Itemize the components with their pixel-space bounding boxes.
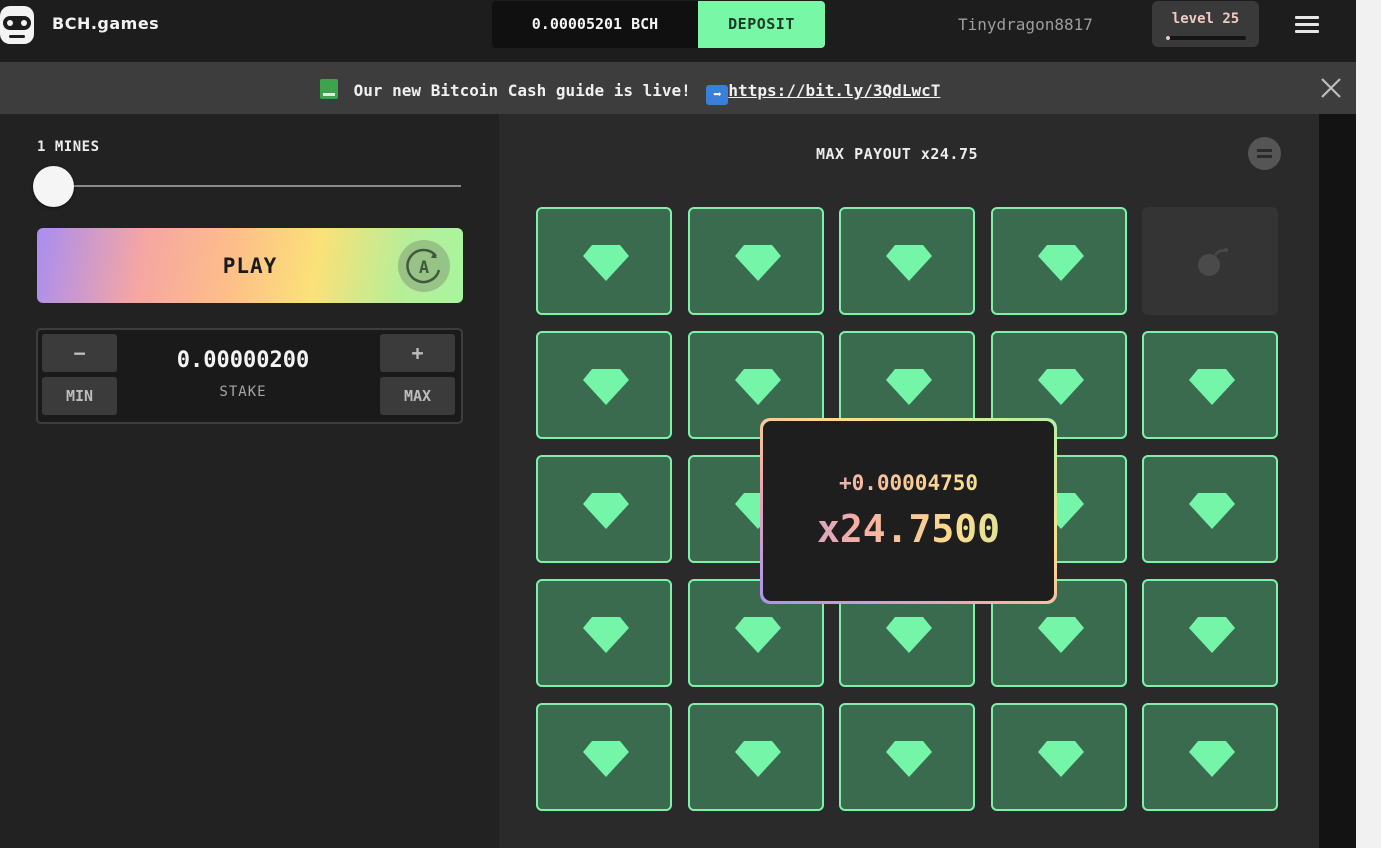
gem-icon xyxy=(1189,493,1235,529)
top-bar: BCH.games 0.00005201 BCH DEPOSIT Tinydra… xyxy=(0,0,1356,62)
autoplay-icon: A xyxy=(406,248,441,284)
announcement-link[interactable]: https://bit.ly/3QdLwcT xyxy=(728,81,940,100)
win-popup: +0.00004750 x24.7500 xyxy=(760,418,1057,604)
gem-icon xyxy=(735,245,781,281)
gem-icon xyxy=(735,369,781,405)
play-button[interactable]: PLAY A xyxy=(37,228,463,303)
gem-tile[interactable] xyxy=(991,703,1127,811)
gem-tile[interactable] xyxy=(688,207,824,315)
level-progress-bar xyxy=(1166,36,1246,40)
announcement-banner: Our new Bitcoin Cash guide is live! ➡ htt… xyxy=(0,62,1356,114)
announcement-text: Our new Bitcoin Cash guide is live! ➡ htt… xyxy=(320,79,940,105)
deposit-button[interactable]: DEPOSIT xyxy=(698,1,825,48)
wallet: 0.00005201 BCH DEPOSIT xyxy=(492,1,826,48)
level-label: level 25 xyxy=(1171,11,1240,27)
autoplay-label: A xyxy=(419,258,429,278)
balance-display[interactable]: 0.00005201 BCH xyxy=(492,1,698,48)
gem-icon xyxy=(583,617,629,653)
gem-icon xyxy=(886,369,932,405)
gem-tile[interactable] xyxy=(1142,703,1278,811)
mines-slider-handle[interactable] xyxy=(33,166,74,207)
control-panel xyxy=(0,114,499,848)
stake-decrease-button[interactable]: − xyxy=(42,334,117,372)
stake-amount[interactable]: 0.00000200 xyxy=(155,348,331,373)
stake-label: STAKE xyxy=(219,384,267,400)
gem-tile[interactable] xyxy=(1142,455,1278,563)
autoplay-button[interactable]: A xyxy=(398,240,450,292)
win-amount: +0.00004750 xyxy=(763,471,1054,495)
stake-max-button[interactable]: MAX xyxy=(380,377,455,415)
brand-name[interactable]: BCH.games xyxy=(52,14,159,33)
window-edge xyxy=(1356,0,1381,848)
gem-tile[interactable] xyxy=(688,703,824,811)
mines-count-label: 1 MINES xyxy=(37,139,100,155)
level-badge[interactable]: level 25 xyxy=(1152,1,1259,47)
mines-slider[interactable] xyxy=(53,185,461,187)
right-arrow-icon: ➡ xyxy=(706,85,729,105)
game-options-icon[interactable] xyxy=(1248,137,1281,170)
gem-icon xyxy=(1038,741,1084,777)
gem-tile[interactable] xyxy=(991,207,1127,315)
mine-tile[interactable] xyxy=(1142,207,1278,315)
logo-icon[interactable] xyxy=(0,6,36,44)
gem-icon xyxy=(583,245,629,281)
hamburger-menu-icon[interactable] xyxy=(1295,16,1319,34)
gem-tile[interactable] xyxy=(536,331,672,439)
gem-icon xyxy=(1038,245,1084,281)
gem-tile[interactable] xyxy=(536,207,672,315)
username[interactable]: Tinydragon8817 xyxy=(958,15,1093,34)
gem-icon xyxy=(583,741,629,777)
gem-tile[interactable] xyxy=(536,579,672,687)
stake-min-button[interactable]: MIN xyxy=(42,377,117,415)
gem-icon xyxy=(1038,617,1084,653)
side-strip xyxy=(1319,114,1356,848)
gem-icon xyxy=(1189,617,1235,653)
gem-icon xyxy=(583,493,629,529)
announcement-message: Our new Bitcoin Cash guide is live! xyxy=(344,81,701,100)
gem-tile[interactable] xyxy=(1142,331,1278,439)
stake-control: − MIN 0.00000200 STAKE + MAX xyxy=(36,328,463,424)
gem-icon xyxy=(735,741,781,777)
level-progress-fill xyxy=(1166,36,1170,40)
gem-icon xyxy=(886,617,932,653)
stake-increase-button[interactable]: + xyxy=(380,334,455,372)
close-icon[interactable] xyxy=(1320,77,1342,99)
gem-tile[interactable] xyxy=(536,455,672,563)
gem-tile[interactable] xyxy=(839,703,975,811)
green-book-icon xyxy=(320,79,338,99)
gem-tile[interactable] xyxy=(536,703,672,811)
gem-icon xyxy=(735,617,781,653)
gem-icon xyxy=(886,245,932,281)
gem-icon xyxy=(1038,369,1084,405)
gem-icon xyxy=(583,369,629,405)
max-payout-label: MAX PAYOUT x24.75 xyxy=(816,145,979,163)
gem-tile[interactable] xyxy=(839,207,975,315)
bomb-icon xyxy=(1198,248,1228,276)
gem-icon xyxy=(1189,741,1235,777)
gem-icon xyxy=(886,741,932,777)
win-multiplier: x24.7500 xyxy=(763,507,1054,551)
gem-tile[interactable] xyxy=(1142,579,1278,687)
gem-icon xyxy=(1189,369,1235,405)
